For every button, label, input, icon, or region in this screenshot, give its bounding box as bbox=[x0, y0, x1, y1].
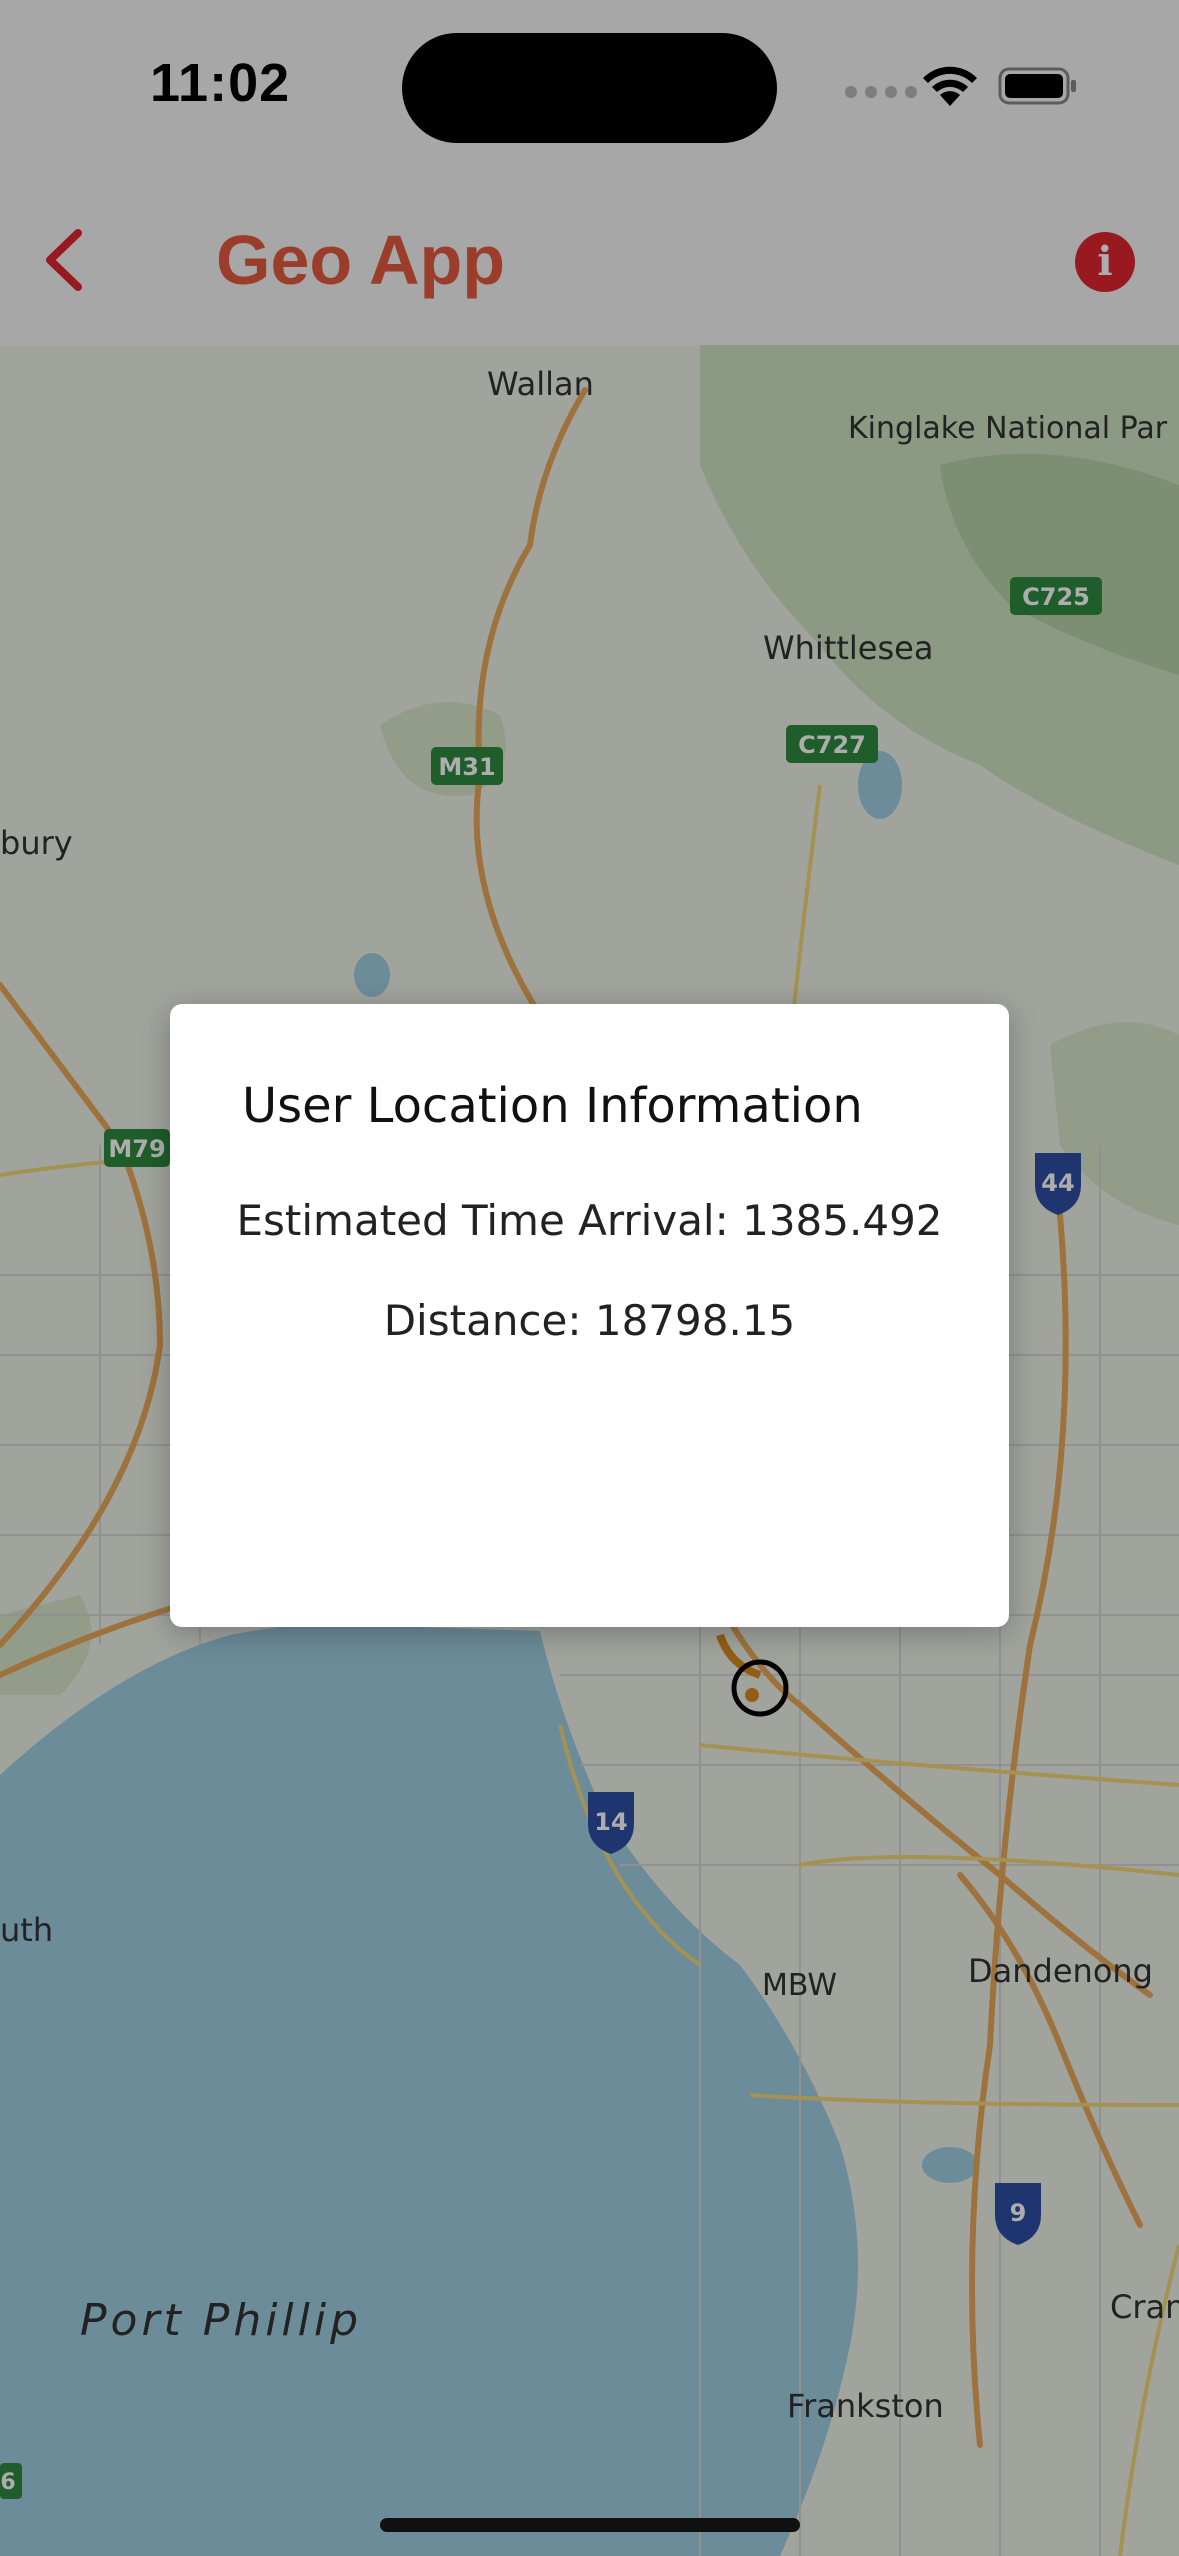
dialog-title: User Location Information bbox=[242, 1078, 863, 1134]
home-indicator[interactable] bbox=[380, 2518, 800, 2532]
distance-text: Distance: 18798.15 bbox=[383, 1296, 796, 1345]
eta-text: Estimated Time Arrival: 1385.492 bbox=[236, 1196, 943, 1245]
user-location-dialog: User Location Information Estimated Time… bbox=[170, 1004, 1009, 1627]
